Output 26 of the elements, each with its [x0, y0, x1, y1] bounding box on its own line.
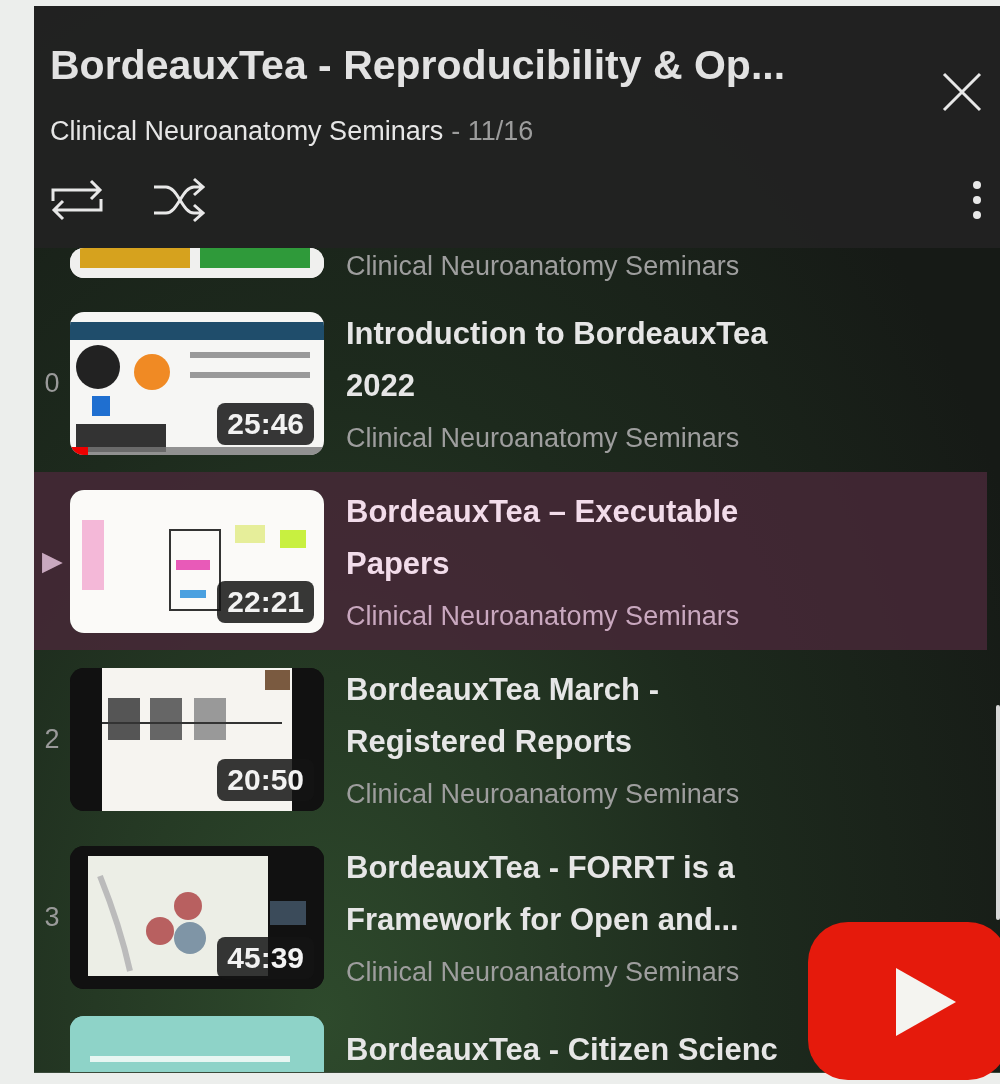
- video-channel: Clinical Neuroanatomy Seminars: [346, 778, 741, 811]
- play-logo-icon[interactable]: [806, 922, 1000, 1080]
- video-title[interactable]: BordeauxTea March - Registered Reports: [346, 664, 826, 768]
- shuffle-icon[interactable]: [152, 177, 206, 223]
- video-channel: Clinical Neuroanatomy Seminars: [346, 250, 741, 283]
- video-title[interactable]: BordeauxTea - Citizen Scienc: [346, 1024, 778, 1072]
- current-video-row[interactable]: ▶ 22:21 BordeauxTea – Executable Papers Clinical Neuroanatomy Seminars: [34, 472, 987, 650]
- video-index: 3: [43, 901, 61, 933]
- video-title[interactable]: BordeauxTea – Executable Papers: [346, 486, 826, 590]
- duration-label: 25:46: [217, 402, 314, 445]
- more-options-icon[interactable]: [972, 180, 982, 220]
- video-title[interactable]: BordeauxTea - FORRT is a Framework for Open and...: [346, 842, 826, 946]
- video-index: 2: [43, 723, 61, 755]
- video-index: 0: [43, 367, 61, 399]
- video-title[interactable]: Introduction to BordeauxTea 2022: [346, 308, 826, 412]
- video-channel: Clinical Neuroanatomy Seminars: [346, 956, 741, 989]
- video-channel: Clinical Neuroanatomy Seminars: [346, 600, 741, 633]
- playlist-title: BordeauxTea - Reproducibility & Op...: [50, 41, 786, 90]
- video-channel: Clinical Neuroanatomy Seminars: [346, 422, 741, 455]
- scrollbar[interactable]: [996, 705, 1000, 920]
- repeat-icon[interactable]: [50, 177, 104, 223]
- channel-name: Clinical Neuroanatomy Seminars: [50, 116, 444, 147]
- now-playing-marker: ▶: [40, 545, 64, 577]
- playlist-position: - 11/16: [451, 116, 534, 147]
- close-icon[interactable]: [942, 72, 982, 112]
- duration-label: 22:21: [217, 580, 314, 623]
